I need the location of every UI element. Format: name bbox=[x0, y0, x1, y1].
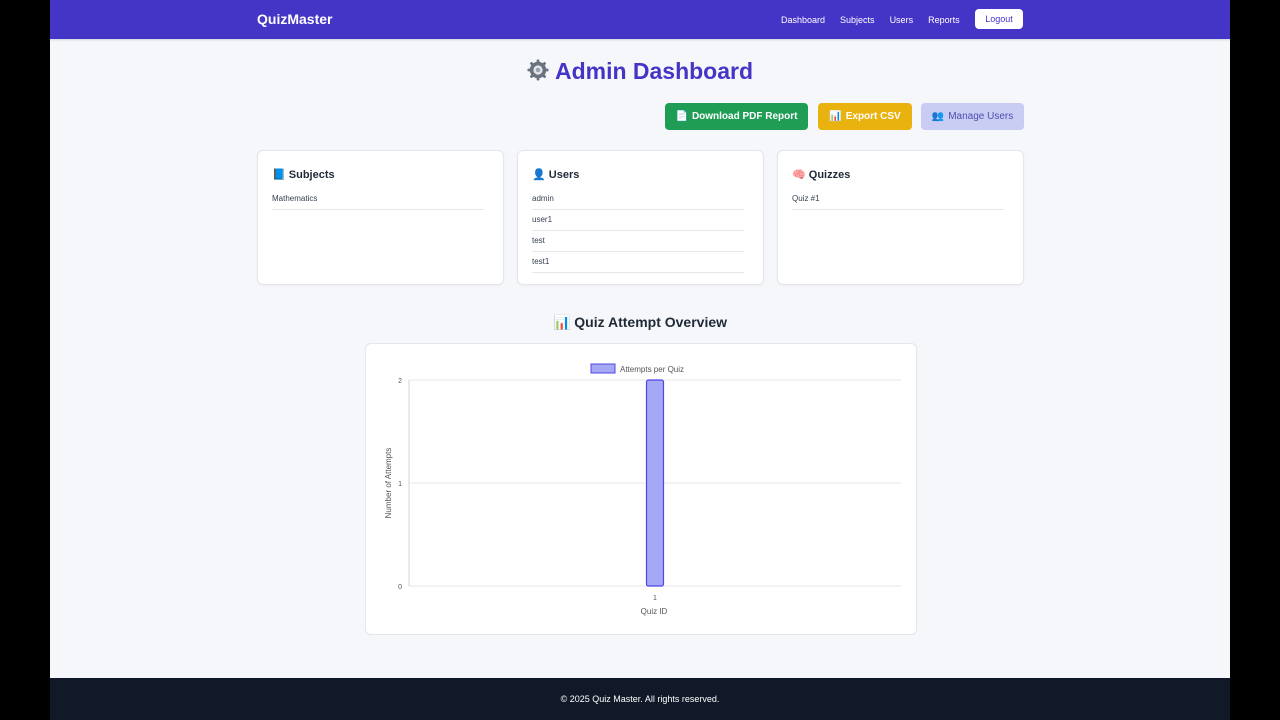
page-title: Admin Dashboard bbox=[50, 58, 1230, 87]
subjects-card-title-text: Subjects bbox=[288, 169, 335, 181]
nav-link-reports[interactable]: Reports bbox=[928, 15, 960, 25]
nav-links: Dashboard Subjects Users Reports bbox=[781, 0, 975, 39]
y-tick-label: 1 bbox=[398, 481, 402, 488]
manage-users-button[interactable]: 👥 Manage Users bbox=[921, 103, 1024, 130]
users-card: 👤 Users admin user1 test test1 bbox=[517, 150, 764, 285]
list-item[interactable]: test1 bbox=[532, 252, 744, 273]
user-icon: 👤 bbox=[532, 169, 546, 181]
bar bbox=[645, 379, 665, 587]
nav-link-subjects[interactable]: Subjects bbox=[840, 15, 875, 25]
chart-card: 0 1 2 1 Quiz ID Number of Attempts Attempts pe… bbox=[365, 343, 917, 635]
x-tick-label: 1 bbox=[653, 595, 657, 602]
footer: © 2025 Quiz Master. All rights reserved. bbox=[50, 678, 1230, 720]
export-csv-button[interactable]: 📊 Export CSV bbox=[818, 103, 912, 130]
users-icon: 👥 bbox=[931, 111, 945, 122]
quizzes-card-title-text: Quizzes bbox=[808, 169, 851, 181]
chart-icon: 📊 bbox=[552, 314, 571, 330]
list-item[interactable]: admin bbox=[532, 189, 744, 210]
legend-swatch bbox=[590, 363, 616, 374]
legend-label: Attempts per Quiz bbox=[620, 365, 684, 374]
chart-section-title-text: Quiz Attempt Overview bbox=[574, 314, 728, 330]
gear-icon bbox=[527, 59, 549, 87]
list-item[interactable]: Quiz #1 bbox=[792, 189, 1004, 210]
users-card-title-text: Users bbox=[548, 169, 580, 181]
book-icon: 📘 bbox=[272, 169, 286, 181]
list-item[interactable]: Mathematics bbox=[272, 189, 484, 210]
bar-chart: 0 1 2 1 Quiz ID Number of Attempts Attempts pe… bbox=[384, 363, 901, 616]
navbar: QuizMaster Dashboard Subjects Users Repo… bbox=[50, 0, 1230, 39]
quizzes-card: 🧠 Quizzes Quiz #1 bbox=[777, 150, 1024, 285]
users-list: admin user1 test test1 bbox=[532, 189, 744, 273]
subjects-card-title: 📘 Subjects bbox=[272, 168, 335, 181]
brain-icon: 🧠 bbox=[792, 169, 806, 181]
logout-button[interactable]: Logout bbox=[975, 9, 1023, 29]
subjects-list: Mathematics bbox=[272, 189, 484, 210]
download-pdf-label: Download PDF Report bbox=[691, 111, 798, 122]
brand-logo[interactable]: QuizMaster bbox=[257, 11, 332, 27]
x-axis-label: Quiz ID bbox=[641, 607, 668, 616]
export-csv-label: Export CSV bbox=[845, 111, 901, 122]
document-icon: 📄 bbox=[675, 111, 688, 122]
list-item[interactable]: user1 bbox=[532, 210, 744, 231]
page-title-text: Admin Dashboard bbox=[554, 58, 754, 84]
nav-link-dashboard[interactable]: Dashboard bbox=[781, 15, 825, 25]
quizzes-list: Quiz #1 bbox=[792, 189, 1004, 210]
footer-text: © 2025 Quiz Master. All rights reserved. bbox=[560, 694, 720, 704]
download-pdf-button[interactable]: 📄 Download PDF Report bbox=[665, 103, 808, 130]
list-item[interactable]: test bbox=[532, 231, 744, 252]
users-card-title: 👤 Users bbox=[532, 168, 579, 181]
chart-section-title: 📊 Quiz Attempt Overview bbox=[50, 314, 1230, 331]
y-tick-label: 0 bbox=[398, 584, 402, 591]
subjects-card: 📘 Subjects Mathematics bbox=[257, 150, 504, 285]
y-axis-label: Number of Attempts bbox=[384, 448, 393, 519]
nav-link-users[interactable]: Users bbox=[890, 15, 914, 25]
page: QuizMaster Dashboard Subjects Users Repo… bbox=[50, 0, 1230, 720]
manage-users-label: Manage Users bbox=[948, 111, 1014, 122]
y-tick-label: 2 bbox=[398, 378, 402, 385]
quizzes-card-title: 🧠 Quizzes bbox=[792, 168, 850, 181]
chart-icon: 📊 bbox=[829, 111, 842, 122]
